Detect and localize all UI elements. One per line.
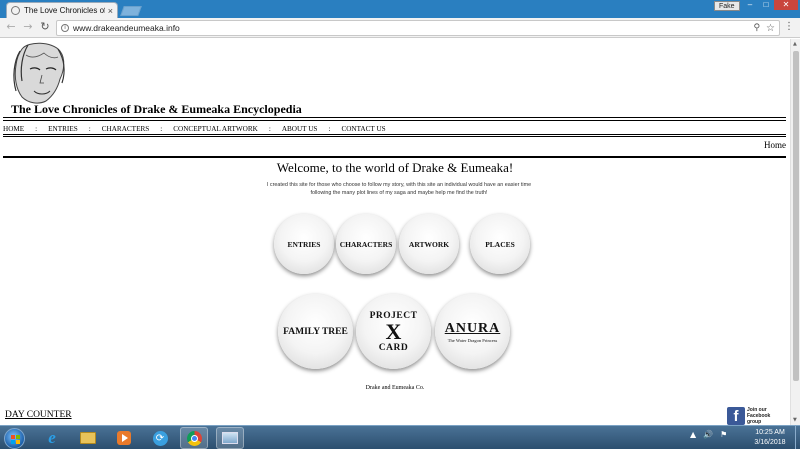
tab-favicon-icon: [11, 6, 20, 15]
back-arrow-icon[interactable]: ←: [4, 20, 18, 34]
taskbar-window-button[interactable]: [216, 427, 244, 449]
sync-icon: ⟳: [152, 430, 168, 446]
action-center-flag-icon[interactable]: ⚑: [720, 430, 727, 439]
minimize-button[interactable]: –: [742, 0, 758, 10]
info-icon[interactable]: i: [61, 24, 69, 32]
chrome-icon: [186, 430, 202, 446]
taskbar-clock[interactable]: 10:25 AM 3/16/2018: [748, 428, 792, 448]
start-button[interactable]: [4, 428, 25, 449]
maximize-button[interactable]: □: [758, 0, 774, 10]
project-card-x-label: X: [385, 318, 402, 344]
facebook-join-text[interactable]: Join our Facebook group: [747, 407, 781, 425]
nav-separator: :: [160, 125, 163, 133]
close-window-button[interactable]: ✕: [774, 0, 798, 10]
intro-text: I created this site for those who choose…: [266, 182, 532, 196]
internet-explorer-icon: e: [48, 428, 56, 447]
footer-company: Drake and Eumeaka Co.: [365, 385, 425, 391]
page-scrollbar[interactable]: ▲ ▼: [790, 39, 800, 425]
clock-time: 10:25 AM: [755, 429, 785, 436]
forward-arrow-icon[interactable]: →: [21, 20, 35, 34]
family-tree-circle-button[interactable]: FAMILY TREE: [278, 294, 353, 369]
window-icon: [222, 432, 238, 444]
site-nav: HOME : ENTRIES : CHARACTERS : CONCEPTUAL…: [3, 125, 386, 133]
scroll-down-arrow-icon[interactable]: ▼: [793, 417, 797, 423]
media-player-icon: [117, 431, 131, 445]
nav-characters[interactable]: CHARACTERS: [102, 125, 150, 133]
browser-titlebar: The Love Chronicles of D × Fake – □ ✕: [0, 0, 800, 18]
project-x-card-circle-button[interactable]: PROJECT X CARD: [356, 294, 431, 369]
anura-subtitle: The Water Dragon Princess: [447, 337, 498, 343]
nav-separator: :: [328, 125, 331, 133]
site-title: The Love Chronicles of Drake & Eumeaka E…: [11, 102, 302, 116]
folder-icon: [80, 432, 96, 444]
facebook-icon[interactable]: f: [727, 407, 745, 425]
windows-taskbar: e ⟳ ▲ 🔊 ⚑ 10:25 AM 3/16/2018: [0, 425, 800, 449]
kebab-menu-icon[interactable]: ⋮: [784, 21, 794, 32]
entries-circle-button[interactable]: ENTRIES: [274, 214, 334, 274]
logo-sketch-icon: [13, 42, 65, 104]
address-bar[interactable]: i www.drakeandeumeaka.info ⚲ ☆: [56, 20, 780, 36]
show-desktop-button[interactable]: [795, 426, 800, 449]
welcome-heading: Welcome, to the world of Drake & Eumeaka…: [276, 160, 514, 175]
browser-toolbar: ← → ↻ i www.drakeandeumeaka.info ⚲ ☆ ⋮: [0, 18, 800, 38]
star-icon[interactable]: ☆: [766, 23, 775, 34]
system-tray: ▲ 🔊 ⚑: [690, 430, 734, 439]
family-tree-label: FAMILY TREE: [283, 326, 348, 337]
nav-separator: :: [88, 125, 91, 133]
characters-circle-button[interactable]: CHARACTERS: [336, 214, 396, 274]
taskbar-ie-button[interactable]: e: [38, 427, 66, 449]
nav-contact-us[interactable]: CONTACT US: [341, 125, 385, 133]
profile-button[interactable]: Fake: [714, 1, 740, 11]
divider-top: [3, 117, 786, 118]
nav-separator: :: [35, 125, 38, 133]
facebook-group-widget[interactable]: f Join our Facebook group: [727, 407, 781, 425]
taskbar-explorer-button[interactable]: [74, 427, 102, 449]
clock-date: 3/16/2018: [754, 439, 786, 446]
windows-logo-icon: [11, 435, 20, 444]
url-text[interactable]: www.drakeandeumeaka.info: [73, 23, 753, 33]
artwork-circle-button[interactable]: ARTWORK: [399, 214, 459, 274]
places-circle-button[interactable]: PLACES: [470, 214, 530, 274]
tab-close-icon[interactable]: ×: [108, 6, 113, 16]
nav-about-us[interactable]: ABOUT US: [282, 125, 318, 133]
speaker-icon[interactable]: 🔊: [703, 430, 713, 439]
project-card-bottom-label: CARD: [378, 342, 409, 353]
home-link[interactable]: Home: [764, 140, 786, 150]
places-circle-label: PLACES: [485, 239, 515, 249]
tab-title: The Love Chronicles of D: [24, 6, 105, 15]
scroll-thumb[interactable]: [793, 51, 799, 381]
taskbar-media-button[interactable]: [110, 427, 138, 449]
scroll-up-arrow-icon[interactable]: ▲: [793, 41, 797, 47]
nav-home[interactable]: HOME: [3, 125, 24, 133]
page-viewport: The Love Chronicles of Drake & Eumeaka E…: [0, 39, 790, 425]
divider-main: [3, 156, 786, 158]
anura-circle-button[interactable]: ANURA The Water Dragon Princess: [435, 294, 510, 369]
nav-conceptual-artwork[interactable]: CONCEPTUAL ARTWORK: [173, 125, 258, 133]
entries-circle-label: ENTRIES: [287, 239, 321, 249]
taskbar-sync-button[interactable]: ⟳: [146, 427, 174, 449]
divider-nav: [3, 134, 786, 135]
zoom-icon[interactable]: ⚲: [753, 23, 760, 33]
nav-entries[interactable]: ENTRIES: [48, 125, 78, 133]
divider-top-2: [3, 120, 786, 121]
browser-tab[interactable]: The Love Chronicles of D ×: [6, 2, 118, 18]
taskbar-chrome-button[interactable]: [180, 427, 208, 449]
artwork-circle-label: ARTWORK: [408, 239, 450, 249]
nav-separator: :: [268, 125, 271, 133]
tray-arrow-icon[interactable]: ▲: [690, 430, 696, 439]
reload-icon[interactable]: ↻: [38, 20, 52, 34]
characters-circle-label: CHARACTERS: [339, 239, 393, 249]
anura-title: ANURA: [444, 320, 501, 336]
new-tab-button[interactable]: [120, 6, 142, 16]
divider-nav-2: [3, 136, 786, 137]
day-counter-link[interactable]: DAY COUNTER: [5, 410, 72, 420]
